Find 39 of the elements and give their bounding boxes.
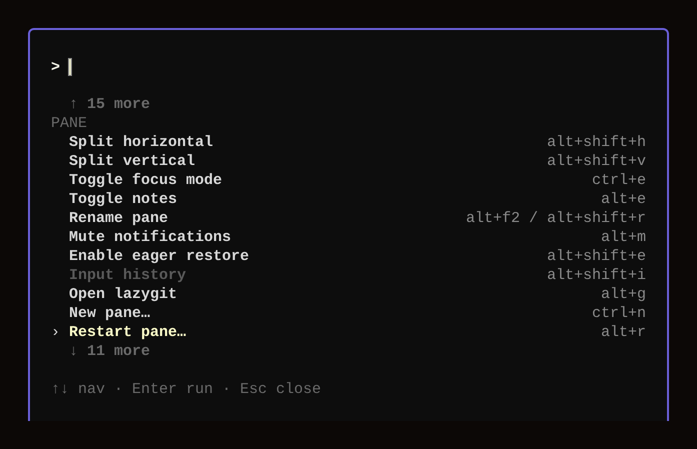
more-above-hint: ↑ 15 more [68, 95, 152, 114]
key-hints: ↑↓ nav · Enter run · Esc close [51, 380, 322, 399]
command-item[interactable]: Rename pane alt+f2 / alt+shift+r [51, 209, 646, 228]
shortcut-hint: alt+r [600, 323, 646, 342]
shortcut-hint: alt+shift+h [546, 133, 646, 152]
command-label: Input history [69, 266, 186, 285]
command-item[interactable]: Toggle notes alt+e [51, 190, 646, 209]
command-item[interactable]: Open lazygit alt+g [51, 285, 646, 304]
shortcut-hint: alt+m [600, 228, 646, 247]
shortcut-hint: ctrl+e [592, 171, 646, 190]
command-label: Split vertical [69, 152, 196, 171]
command-item[interactable]: Split horizontal alt+shift+h [51, 133, 646, 152]
command-label: Split horizontal [69, 133, 214, 152]
command-label: Restart pane… [69, 323, 186, 342]
shortcut-hint: alt+e [600, 190, 646, 209]
prompt-symbol: > [51, 58, 60, 76]
command-label: Rename pane [69, 209, 168, 228]
shortcut-hint: ctrl+n [592, 304, 646, 323]
command-item[interactable]: Toggle focus mode ctrl+e [51, 171, 646, 190]
selection-marker: › [51, 323, 62, 342]
section-heading: PANE [51, 114, 88, 133]
shortcut-hint: alt+shift+v [546, 152, 646, 171]
command-label: Open lazygit [69, 285, 178, 304]
shortcut-hint: alt+f2 / alt+shift+r [466, 209, 646, 228]
shortcut-hint: alt+shift+i [546, 266, 646, 285]
shortcut-hint: alt+g [600, 285, 646, 304]
command-label: Mute notifications [69, 228, 232, 247]
command-input[interactable] [68, 57, 72, 77]
command-label: New pane… [69, 304, 150, 323]
command-item[interactable]: › Restart pane… alt+r [51, 323, 646, 342]
more-below-hint: ↓ 11 more [68, 342, 152, 361]
command-item[interactable]: Split vertical alt+shift+v [51, 152, 646, 171]
command-label: Toggle focus mode [69, 171, 222, 190]
command-item[interactable]: Mute notifications alt+m [51, 228, 646, 247]
command-item[interactable]: New pane… ctrl+n [51, 304, 646, 323]
command-label: Toggle notes [69, 190, 178, 209]
command-label: Enable eager restore [69, 247, 250, 266]
shortcut-hint: alt+shift+e [546, 247, 646, 266]
command-item[interactable]: Enable eager restore alt+shift+e [51, 247, 646, 266]
